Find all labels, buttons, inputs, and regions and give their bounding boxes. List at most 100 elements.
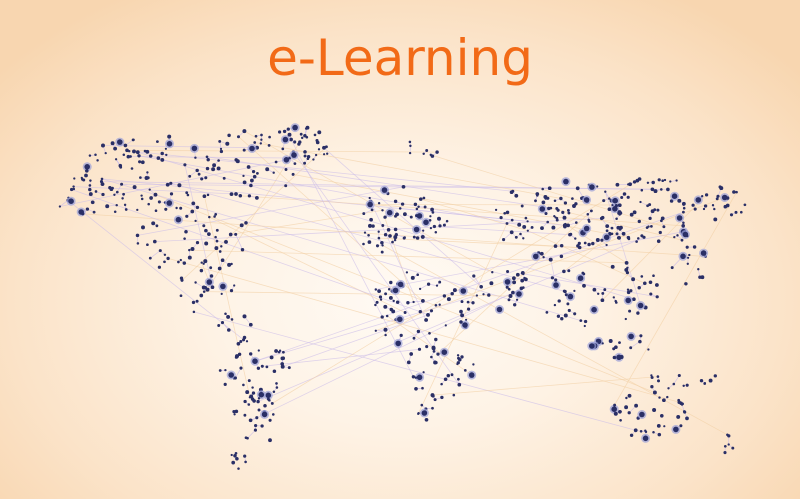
network-node — [633, 428, 638, 433]
network-node — [564, 293, 568, 297]
network-node — [392, 287, 399, 294]
network-node — [235, 457, 239, 461]
network-node — [507, 287, 511, 291]
network-node — [432, 350, 436, 353]
network-node — [146, 171, 149, 174]
network-node — [413, 226, 420, 233]
network-node — [265, 392, 272, 399]
network-node — [257, 408, 261, 412]
network-node — [136, 208, 139, 212]
network-node — [650, 187, 655, 192]
network-node — [456, 362, 459, 366]
network-link — [155, 194, 656, 393]
network-node — [85, 169, 89, 173]
network-node — [254, 424, 258, 428]
network-node — [218, 250, 222, 253]
network-node — [362, 242, 365, 246]
network-node — [381, 209, 384, 212]
network-node — [166, 141, 173, 147]
network-link — [126, 149, 438, 153]
network-node — [648, 280, 653, 285]
network-node — [685, 416, 689, 421]
network-node — [242, 180, 247, 185]
network-node — [312, 158, 315, 161]
network-node — [114, 158, 118, 161]
network-node — [144, 176, 149, 180]
network-node — [425, 149, 429, 152]
network-node — [553, 282, 559, 288]
network-node — [409, 352, 414, 356]
network-node — [562, 269, 566, 274]
network-node — [515, 272, 520, 277]
network-node — [369, 217, 373, 222]
network-node — [163, 260, 166, 264]
network-node — [522, 237, 525, 240]
network-node — [700, 275, 705, 280]
network-node — [651, 180, 655, 185]
network-node — [719, 186, 724, 191]
network-node — [727, 443, 730, 446]
network-node — [555, 218, 559, 222]
network-node — [274, 349, 279, 353]
network-node — [603, 288, 607, 292]
network-node — [88, 187, 92, 192]
network-node — [253, 428, 257, 432]
network-link — [254, 211, 684, 362]
network-node — [663, 178, 667, 182]
network-node — [577, 275, 584, 282]
network-node — [460, 355, 464, 359]
network-node — [132, 149, 136, 154]
network-node — [104, 151, 107, 155]
network-node — [252, 358, 258, 365]
network-node — [475, 294, 479, 297]
network-node — [680, 403, 684, 406]
network-node — [375, 244, 380, 248]
network-node — [628, 333, 634, 340]
network-node — [676, 215, 683, 221]
network-node — [220, 245, 223, 248]
network-node — [246, 165, 251, 169]
network-node — [219, 149, 224, 154]
network-node — [200, 177, 204, 181]
network-node — [215, 239, 219, 243]
network-node — [101, 192, 105, 197]
network-node — [244, 436, 248, 440]
network-node — [245, 390, 250, 395]
network-node — [599, 216, 604, 221]
network-node — [567, 211, 571, 215]
network-node — [681, 224, 685, 228]
network-node — [429, 153, 433, 157]
network-node — [682, 210, 685, 214]
network-node — [725, 203, 730, 208]
network-node — [392, 299, 395, 303]
network-node — [697, 268, 700, 271]
network-node — [256, 399, 260, 404]
network-node — [713, 217, 718, 222]
network-node — [440, 382, 443, 386]
network-node — [259, 142, 262, 145]
network-node — [608, 197, 611, 200]
network-node — [626, 288, 630, 291]
network-node — [234, 192, 238, 196]
network-node — [563, 289, 567, 294]
network-node — [270, 401, 274, 405]
network-node — [132, 185, 137, 190]
network-node — [115, 203, 118, 207]
network-node — [385, 314, 389, 318]
network-node — [556, 208, 560, 212]
network-node — [666, 395, 669, 399]
network-node — [386, 228, 391, 232]
network-node — [267, 143, 271, 147]
network-node — [132, 138, 135, 142]
network-node — [708, 378, 713, 383]
network-node — [229, 374, 233, 377]
network-node — [629, 289, 633, 293]
network-node — [692, 245, 697, 249]
network-node — [219, 147, 223, 151]
network-node — [265, 167, 270, 172]
network-node — [589, 184, 595, 190]
network-node — [175, 216, 182, 223]
network-node — [272, 369, 277, 373]
network-node — [202, 224, 206, 228]
network-node — [406, 360, 411, 365]
